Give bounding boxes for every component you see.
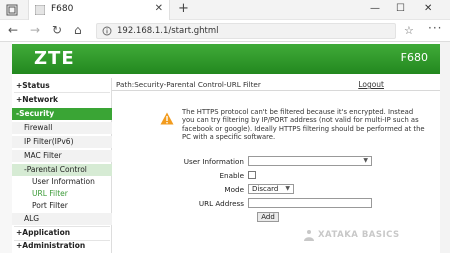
- page-scrollbar[interactable]: [440, 42, 450, 253]
- chevron-down-icon: ▼: [363, 157, 368, 164]
- address-bar[interactable]: 192.168.1.1/start.ghtml: [96, 23, 396, 39]
- sidebar-item-label: +Application: [16, 228, 71, 237]
- title-bar: F680 ✕ + — ☐ ✕: [0, 0, 450, 20]
- chevron-down-icon: ▼: [285, 185, 290, 192]
- sidebar-item-label: URL Filter: [32, 189, 68, 198]
- url-address-label: URL Address: [198, 199, 244, 208]
- breadcrumb: Path:Security-Parental Control-URL Filte…: [112, 78, 440, 91]
- breadcrumb-path: Path:Security-Parental Control-URL Filte…: [116, 80, 261, 89]
- https-warning-text: The HTTPS protocol can't be filtered bec…: [182, 108, 425, 142]
- forward-icon[interactable]: →: [30, 23, 40, 37]
- watermark-icon: [304, 230, 314, 241]
- sidebar-item-network[interactable]: +Network: [12, 94, 112, 106]
- mode-select[interactable]: Discard ▼: [248, 184, 294, 194]
- router-header: ZTE F680: [12, 44, 440, 74]
- main-content: Path:Security-Parental Control-URL Filte…: [112, 78, 440, 253]
- browser-tab[interactable]: F680 ✕: [28, 0, 170, 20]
- tab-title: F680: [51, 4, 74, 14]
- maximize-button[interactable]: ☐: [396, 3, 405, 14]
- tab-actions-icon[interactable]: [6, 4, 18, 16]
- back-icon[interactable]: ←: [8, 23, 18, 37]
- page-favicon-icon: [35, 5, 45, 15]
- zte-logo: ZTE: [34, 48, 75, 69]
- sidebar-item-label: +Status: [16, 81, 50, 90]
- refresh-icon[interactable]: ↻: [52, 23, 62, 37]
- sidebar-divider: [14, 92, 110, 93]
- url-address-input[interactable]: [248, 198, 372, 208]
- enable-checkbox[interactable]: [248, 171, 256, 179]
- sidebar-item-security[interactable]: -Security: [12, 108, 112, 120]
- sidebar-item-port-filter[interactable]: Port Filter: [12, 200, 112, 212]
- close-window-button[interactable]: ✕: [424, 3, 432, 14]
- sidebar-item-firewall[interactable]: Firewall: [12, 122, 112, 134]
- sidebar-item-label: -Security: [16, 109, 55, 118]
- logout-link[interactable]: Logout: [358, 80, 384, 89]
- sidebar-item-application[interactable]: +Application: [12, 227, 112, 239]
- home-icon[interactable]: ⌂: [74, 23, 82, 37]
- favorite-star-icon[interactable]: ☆: [404, 24, 414, 37]
- mode-label: Mode: [224, 185, 244, 194]
- sidebar-item-label: +Administration: [16, 241, 86, 250]
- sidebar-menu: +Status +Network -Security Firewall IP F…: [12, 78, 112, 253]
- enable-label: Enable: [219, 171, 244, 180]
- sidebar-item-label: +Network: [16, 95, 59, 104]
- sidebar-item-parental-control[interactable]: -Parental Control: [12, 164, 112, 176]
- sidebar-item-label: Port Filter: [32, 201, 68, 210]
- left-margin: [0, 42, 12, 253]
- sidebar-item-ip-filter[interactable]: IP Filter(IPv6): [12, 136, 112, 148]
- sidebar-item-label: Firewall: [24, 123, 53, 132]
- user-information-label: User Information: [183, 157, 244, 166]
- browser-menu-icon[interactable]: ···: [428, 21, 442, 35]
- add-button[interactable]: Add: [257, 212, 279, 222]
- sidebar-item-label: User Information: [32, 177, 95, 186]
- sidebar-item-label: MAC Filter: [24, 151, 62, 160]
- navigation-bar: ← → ↻ ⌂ 192.168.1.1/start.ghtml ☆ ···: [0, 20, 450, 42]
- sidebar-item-administration[interactable]: +Administration: [12, 240, 112, 252]
- sidebar-item-label: ALG: [24, 214, 40, 223]
- sidebar-item-label: -Parental Control: [24, 165, 87, 174]
- user-information-select[interactable]: ▼: [248, 156, 372, 166]
- sidebar-item-mac-filter[interactable]: MAC Filter: [12, 150, 112, 162]
- sidebar-item-status[interactable]: +Status: [12, 80, 112, 92]
- watermark-text: XATAKA BASICS: [318, 230, 400, 240]
- router-model: F680: [400, 51, 428, 64]
- browser-window: F680 ✕ + — ☐ ✕ ← → ↻ ⌂ 192.168.1.1/start…: [0, 0, 450, 253]
- mode-value: Discard: [252, 185, 279, 193]
- sidebar-item-alg[interactable]: ALG: [12, 213, 112, 225]
- url-text: 192.168.1.1/start.ghtml: [117, 26, 219, 36]
- new-tab-button[interactable]: +: [178, 1, 189, 16]
- tab-close-icon[interactable]: ✕: [155, 3, 163, 14]
- sidebar-item-user-information[interactable]: User Information: [12, 176, 112, 188]
- info-icon[interactable]: [102, 26, 112, 36]
- sidebar-item-label: IP Filter(IPv6): [24, 137, 74, 146]
- warning-icon: [160, 112, 174, 125]
- sidebar-item-url-filter[interactable]: URL Filter: [12, 188, 112, 200]
- minimize-button[interactable]: —: [370, 3, 380, 14]
